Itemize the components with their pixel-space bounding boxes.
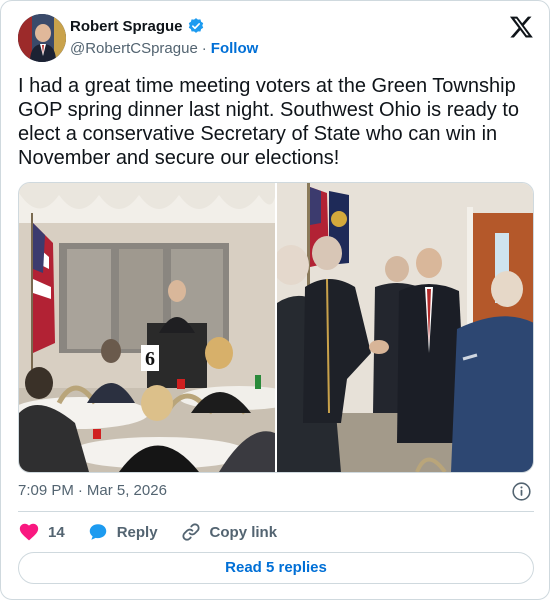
reply-button[interactable]: Reply xyxy=(87,521,158,543)
embedded-tweet-card: Robert Sprague @RobertCSprague · Follow … xyxy=(0,0,550,600)
copy-link-label: Copy link xyxy=(209,523,278,541)
action-divider xyxy=(18,511,534,512)
author-name[interactable]: Robert Sprague xyxy=(70,18,183,35)
svg-text:6: 6 xyxy=(145,348,155,370)
read-replies-button[interactable]: Read 5 replies xyxy=(18,552,534,584)
info-icon[interactable] xyxy=(511,481,532,502)
like-count: 14 xyxy=(48,523,65,541)
timestamp-separator: · xyxy=(77,482,83,499)
reply-label: Reply xyxy=(116,523,158,541)
tweet-text: I had a great time meeting voters at the… xyxy=(18,75,520,169)
tweet-photo-2[interactable] xyxy=(273,183,533,472)
author-name-row: Robert Sprague xyxy=(70,17,205,35)
like-button[interactable]: 14 xyxy=(18,521,65,543)
link-icon xyxy=(181,523,200,541)
handle-separator: · xyxy=(201,40,207,57)
tweet-photo-1[interactable]: 6 xyxy=(19,183,299,472)
tweet-media-grid: 6 xyxy=(18,182,534,473)
tweet-time[interactable]: 7:09 PM xyxy=(18,482,74,499)
author-handle[interactable]: @RobertCSprague xyxy=(70,40,198,57)
tweet-date[interactable]: Mar 5, 2026 xyxy=(87,482,167,499)
verified-badge-icon xyxy=(187,17,205,35)
follow-button[interactable]: Follow xyxy=(211,40,259,57)
heart-icon xyxy=(19,523,39,541)
tweet-timestamp[interactable]: 7:09 PM · Mar 5, 2026 xyxy=(18,482,167,499)
tweet-actions: 14 Reply Copy link xyxy=(18,520,299,544)
speech-bubble-icon xyxy=(89,524,106,540)
author-handle-row: @RobertCSprague · Follow xyxy=(70,40,258,57)
author-avatar[interactable] xyxy=(18,14,66,62)
x-logo-icon[interactable] xyxy=(509,14,534,39)
copy-link-button[interactable]: Copy link xyxy=(180,521,278,543)
